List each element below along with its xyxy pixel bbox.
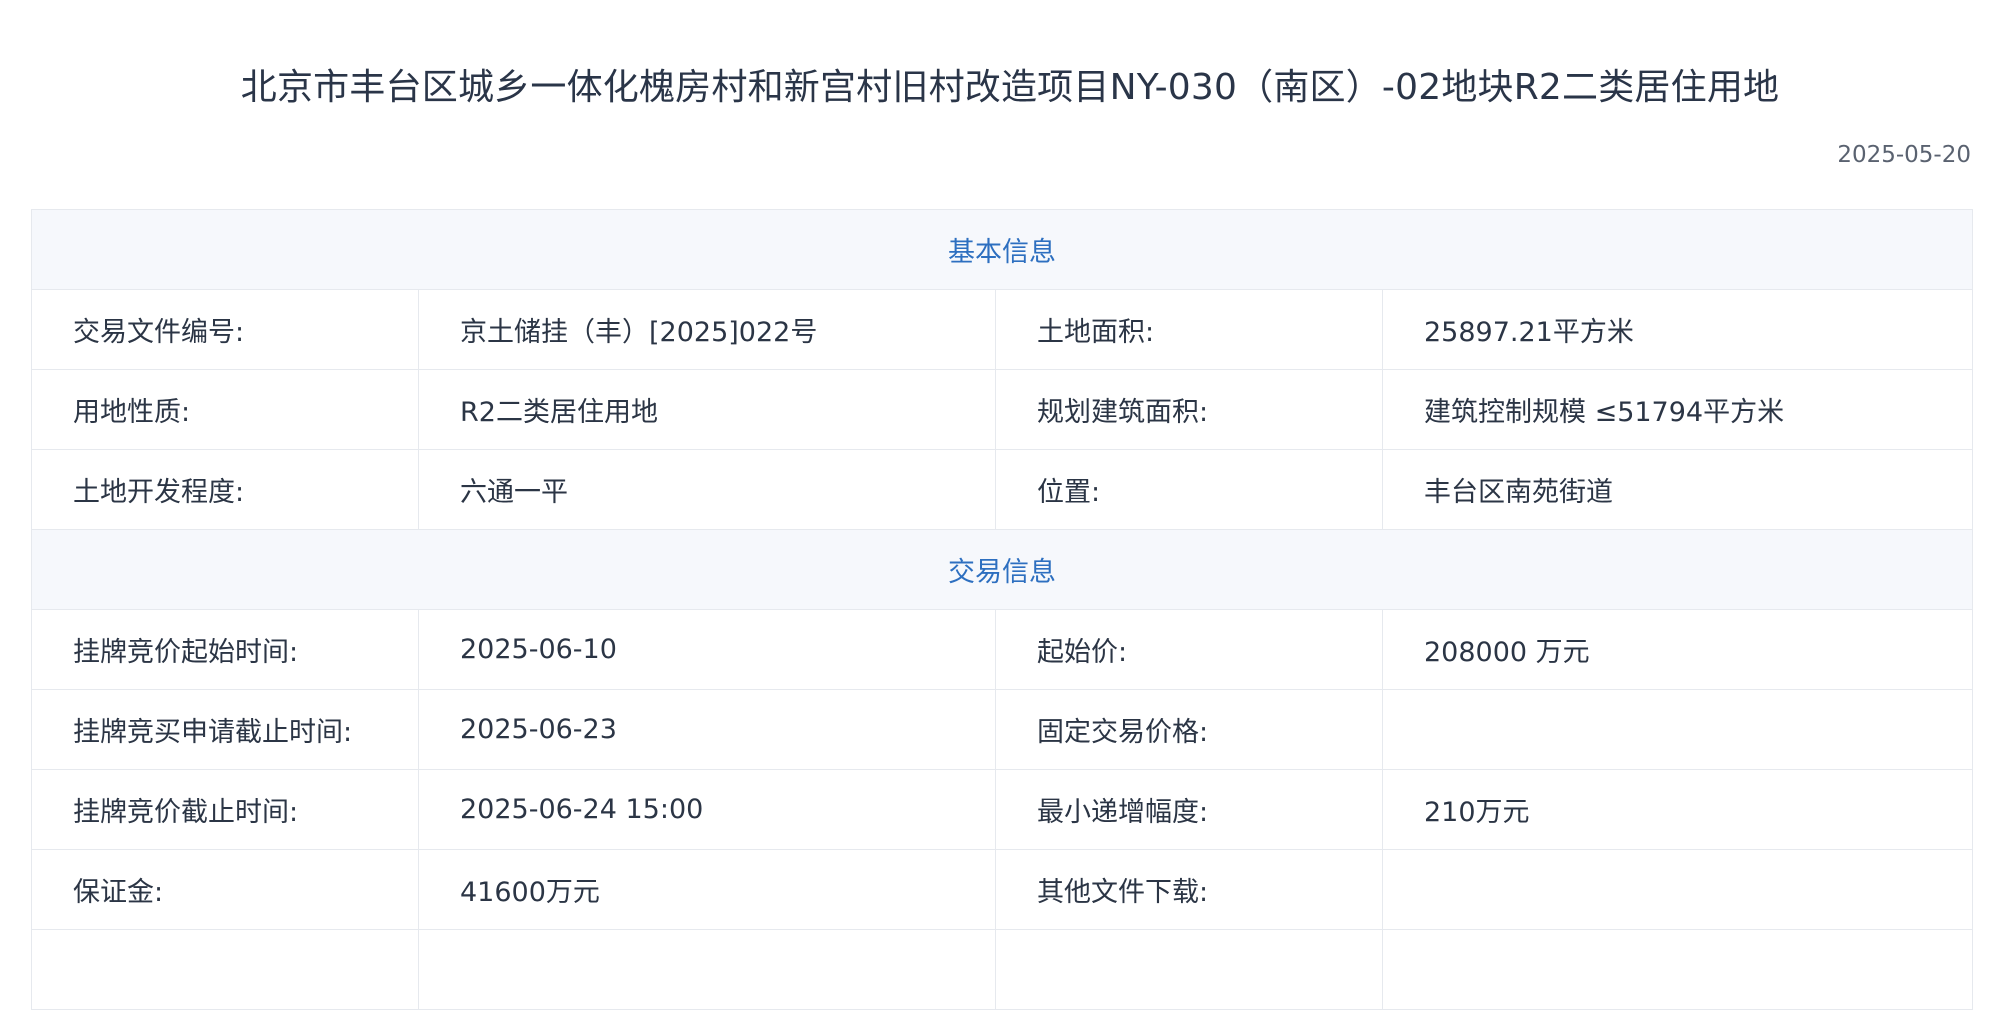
label-location: 位置:: [995, 449, 1383, 530]
table-cell: [1382, 929, 1973, 1010]
value-bidding-start: 2025-06-10: [418, 609, 996, 690]
table-row: 用地性质: R2二类居住用地 规划建筑面积: 建筑控制规模 ≤51794平方米: [31, 369, 1973, 450]
value-planned-floor-area: 建筑控制规模 ≤51794平方米: [1382, 369, 1973, 450]
section-header-basic: 基本信息: [31, 209, 1973, 290]
value-development-level: 六通一平: [418, 449, 996, 530]
table-row: 挂牌竞买申请截止时间: 2025-06-23 固定交易价格:: [31, 689, 1973, 770]
value-location: 丰台区南苑街道: [1382, 449, 1973, 530]
page-title: 北京市丰台区城乡一体化槐房村和新宫村旧村改造项目NY-030（南区）-02地块R…: [240, 67, 1780, 108]
value-other-downloads[interactable]: [1382, 849, 1973, 930]
label-bidding-start: 挂牌竞价起始时间:: [31, 609, 419, 690]
value-bidding-deadline: 2025-06-24 15:00: [418, 769, 996, 850]
value-transaction-file-no: 京土储挂（丰）[2025]022号: [418, 289, 996, 370]
label-fixed-price: 固定交易价格:: [995, 689, 1383, 770]
value-min-increment: 210万元: [1382, 769, 1973, 850]
label-bidding-deadline: 挂牌竞价截止时间:: [31, 769, 419, 850]
value-land-area: 25897.21平方米: [1382, 289, 1973, 370]
table-row: 挂牌竞价起始时间: 2025-06-10 起始价: 208000 万元: [31, 609, 1973, 690]
value-deposit: 41600万元: [418, 849, 996, 930]
label-land-use: 用地性质:: [31, 369, 419, 450]
table-row: [31, 929, 1973, 1010]
value-land-use: R2二类居住用地: [418, 369, 996, 450]
label-other-downloads: 其他文件下载:: [995, 849, 1383, 930]
value-starting-price: 208000 万元: [1382, 609, 1973, 690]
value-fixed-price: [1382, 689, 1973, 770]
label-deposit: 保证金:: [31, 849, 419, 930]
label-development-level: 土地开发程度:: [31, 449, 419, 530]
table-cell: [418, 929, 996, 1010]
label-application-deadline: 挂牌竞买申请截止时间:: [31, 689, 419, 770]
label-planned-floor-area: 规划建筑面积:: [995, 369, 1383, 450]
land-info-table: 基本信息 交易文件编号: 京土储挂（丰）[2025]022号 土地面积: 258…: [31, 209, 1973, 1010]
table-row: 交易文件编号: 京土储挂（丰）[2025]022号 土地面积: 25897.21…: [31, 289, 1973, 370]
section-title-basic: 基本信息: [31, 209, 1973, 290]
value-application-deadline: 2025-06-23: [418, 689, 996, 770]
label-min-increment: 最小递增幅度:: [995, 769, 1383, 850]
table-row: 保证金: 41600万元 其他文件下载:: [31, 849, 1973, 930]
section-header-trade: 交易信息: [31, 529, 1973, 610]
table-row: 挂牌竞价截止时间: 2025-06-24 15:00 最小递增幅度: 210万元: [31, 769, 1973, 850]
section-title-trade: 交易信息: [31, 529, 1973, 610]
table-cell: [31, 929, 419, 1010]
table-cell: [995, 929, 1383, 1010]
table-row: 土地开发程度: 六通一平 位置: 丰台区南苑街道: [31, 449, 1973, 530]
label-land-area: 土地面积:: [995, 289, 1383, 370]
label-transaction-file-no: 交易文件编号:: [31, 289, 419, 370]
label-starting-price: 起始价:: [995, 609, 1383, 690]
publish-date: 2025-05-20: [1837, 142, 1971, 168]
